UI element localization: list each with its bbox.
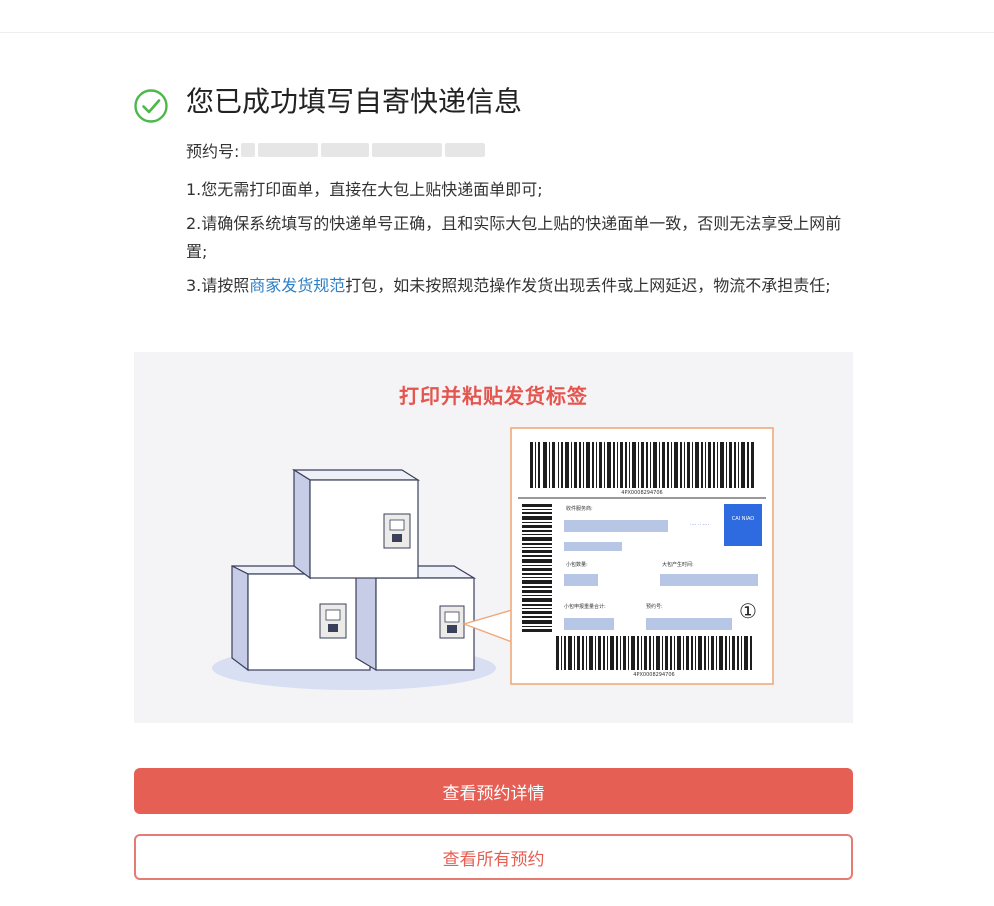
label-placeholder-bar (646, 618, 732, 630)
illustration-title: 打印并粘贴发货标签 (399, 384, 588, 408)
label-logo-caption: ···· ·· ···· (690, 522, 709, 528)
booking-number-label: 预约号: (186, 142, 240, 161)
tracking-number-bottom: 4PX0008294706 (633, 672, 674, 678)
package-box-top (291, 468, 421, 580)
circled-number-one: ① (739, 599, 757, 623)
instruction-item-3-suffix: 打包，如未按照规范操作发货出现丢件或上网延迟，物流不承担责任; (345, 276, 831, 295)
label-placeholder-bar (660, 574, 758, 586)
package-box-left (231, 565, 371, 672)
label-placeholder-bar (564, 574, 598, 586)
tracking-number-top: 4PX0008294706 (621, 490, 662, 496)
label-field-booking-no: 预约号: (646, 603, 663, 610)
label-placeholder-bar (564, 542, 622, 551)
label-field-weight-total: 小包申报重量合计: (564, 603, 606, 610)
view-booking-details-button[interactable]: 查看预约详情 (134, 768, 853, 814)
instruction-list: 1.您无需打印面单，直接在大包上贴快递面单即可; 2.请确保系统填写的快递单号正… (186, 176, 852, 306)
label-placeholder-bar (564, 618, 614, 630)
label-placeholder-bar (564, 520, 668, 532)
shipping-label-card: 4PX0008294706 收件服务商: ···· ·· ···· CAI NI… (510, 427, 774, 685)
booking-number-value-redacted (241, 141, 499, 159)
check-circle-icon (134, 89, 168, 123)
header-divider (0, 32, 994, 33)
label-field-bag-time: 大包产生时间: (662, 561, 694, 568)
booking-number-row: 预约号: (186, 138, 499, 162)
instruction-item-2: 2.请确保系统填写的快递单号正确，且和实际大包上贴的快递面单一致，否则无法享受上… (186, 214, 842, 261)
shipping-label-illustration: 4PX0008294706 收件服务商: ···· ·· ···· CAI NI… (134, 352, 853, 723)
merchant-shipping-rules-link[interactable]: 商家发货规范 (249, 276, 345, 295)
view-all-bookings-button[interactable]: 查看所有预约 (134, 834, 853, 880)
cainiao-logo (724, 504, 762, 546)
instruction-item-3-prefix: 3.请按照 (186, 276, 250, 295)
page-title: 您已成功填写自寄快递信息 (186, 85, 523, 118)
package-box-right (353, 564, 477, 672)
label-field-recipient: 收件服务商: (566, 505, 593, 512)
label-field-small-count: 小包数量: (566, 561, 588, 568)
cainiao-logo-text: CAI NIAO (732, 516, 755, 522)
instruction-item-3: 3.请按照商家发货规范打包，如未按照规范操作发货出现丢件或上网延迟，物流不承担责… (186, 272, 852, 300)
instruction-item-1: 1.您无需打印面单，直接在大包上贴快递面单即可; (186, 180, 543, 199)
